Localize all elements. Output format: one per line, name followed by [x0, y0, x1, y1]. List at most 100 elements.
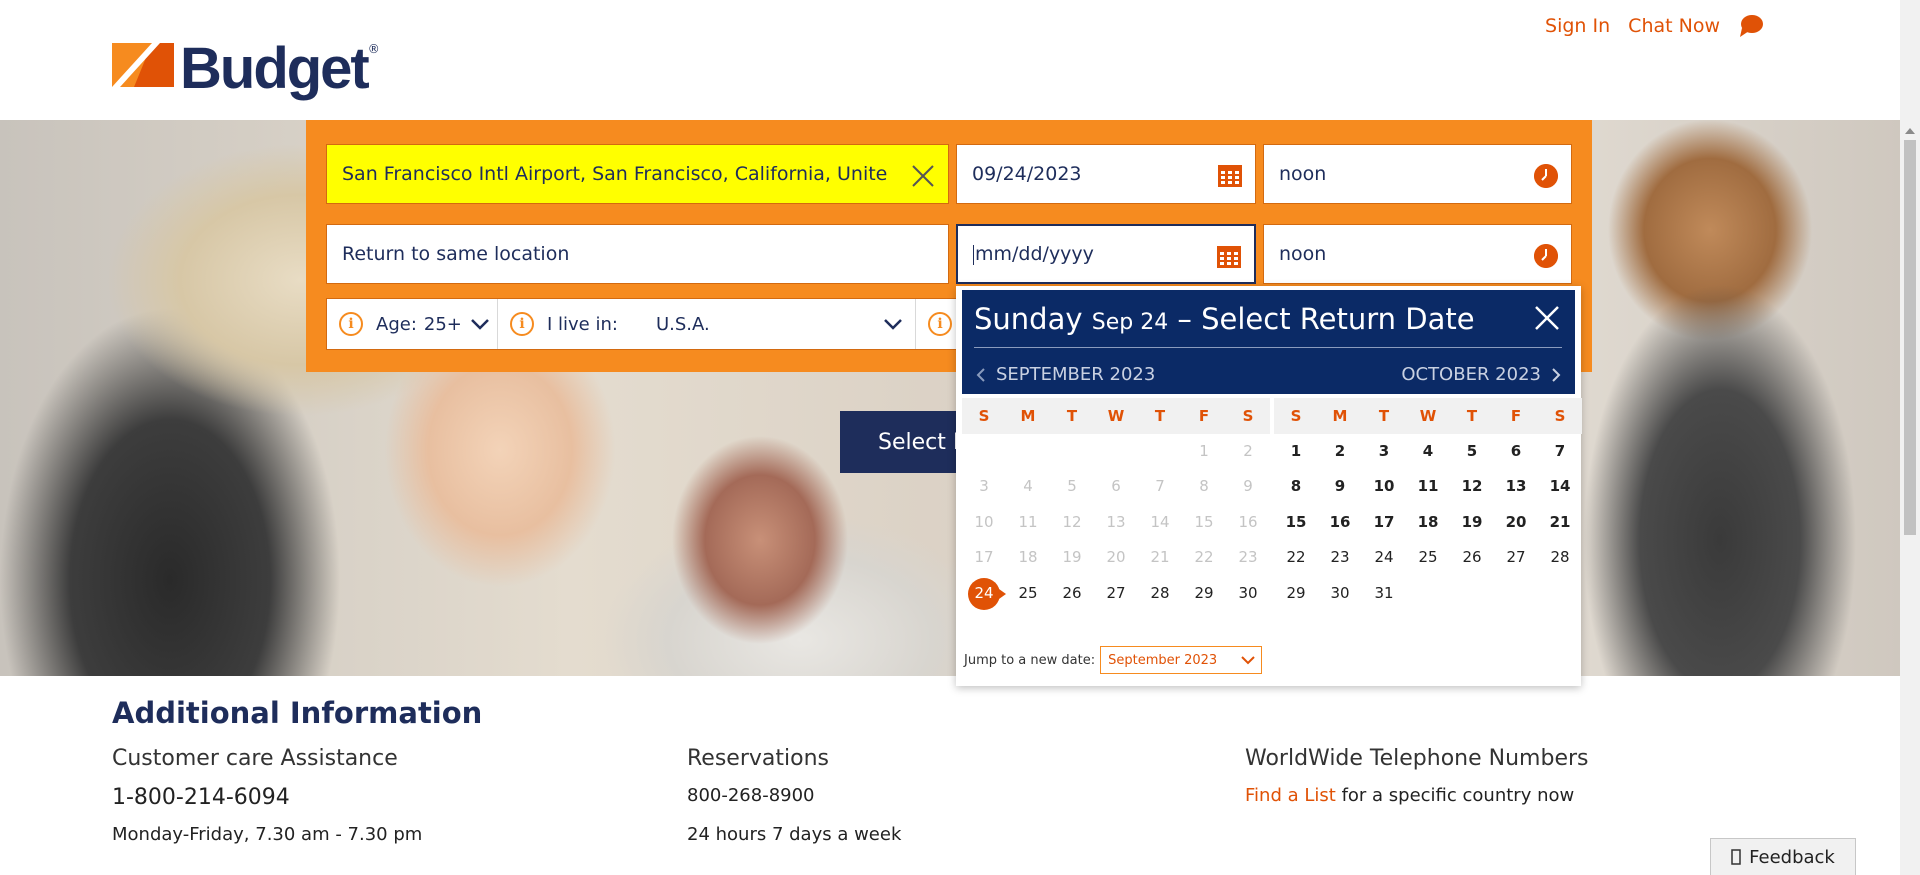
calendar-day: 18	[1006, 540, 1050, 575]
calendar-day-number: 16	[1329, 512, 1351, 531]
return-time-value: noon	[1279, 243, 1327, 265]
calendar-day-number: 30	[1330, 583, 1350, 602]
pickup-date-input[interactable]: 09/24/2023	[956, 144, 1256, 204]
calendar-day-number: 11	[1018, 512, 1038, 531]
calendar-day[interactable]: 23	[1318, 540, 1362, 575]
feedback-button[interactable]: Feedback	[1710, 838, 1856, 875]
calendar-day-number: 27	[1106, 583, 1126, 602]
calendar-day[interactable]: 26	[1050, 576, 1094, 611]
calendar-day[interactable]: 8	[1274, 469, 1318, 504]
prev-month-nav[interactable]: SEPTEMBER 2023	[976, 364, 1155, 385]
calendar-day[interactable]: 15	[1274, 505, 1318, 540]
calendar-day-number: 3	[1378, 442, 1390, 460]
clear-icon[interactable]	[910, 163, 936, 189]
chat-now-link[interactable]: Chat Now	[1628, 15, 1720, 37]
age-select[interactable]: i Age: 25+	[327, 299, 498, 349]
calendar-day[interactable]: 2	[1318, 434, 1362, 469]
chevron-right-icon[interactable]	[1551, 367, 1561, 383]
calendar-day: 8	[1182, 469, 1226, 504]
info-icon[interactable]: i	[339, 312, 363, 336]
calendar-day[interactable]: 11	[1406, 469, 1450, 504]
calendar-day[interactable]: 20	[1494, 505, 1538, 540]
calendar-day[interactable]: 6	[1494, 434, 1538, 469]
info-icon[interactable]: i	[510, 312, 534, 336]
calendar-day[interactable]: 12	[1450, 469, 1494, 504]
return-time-select[interactable]: noon	[1263, 224, 1572, 284]
calendar-day-selected[interactable]: 24	[962, 576, 1006, 611]
calendar-day[interactable]: 18	[1406, 505, 1450, 540]
worldwide-text: for a specific country now	[1341, 785, 1575, 806]
return-location-input[interactable]: Return to same location	[326, 224, 949, 284]
scroll-up-arrow-icon[interactable]	[1905, 128, 1915, 134]
residence-select[interactable]: i I live in: U.S.A.	[498, 299, 916, 349]
calendar-day[interactable]: 19	[1450, 505, 1494, 540]
next-month-nav[interactable]: OCTOBER 2023	[1401, 364, 1561, 385]
chat-bubble-icon[interactable]	[1738, 14, 1764, 38]
calendar-day[interactable]: 29	[1182, 576, 1226, 611]
calendar-day[interactable]: 1	[1274, 434, 1318, 469]
calendar-day[interactable]: 28	[1138, 576, 1182, 611]
calendar-day-number: 2	[1334, 442, 1346, 460]
calendar-day[interactable]: 16	[1318, 505, 1362, 540]
calendar-day[interactable]: 17	[1362, 505, 1406, 540]
calendar-day[interactable]: 21	[1538, 505, 1582, 540]
calendar-day[interactable]: 29	[1274, 576, 1318, 611]
calendar-day-number: 25	[1418, 548, 1438, 567]
calendar-day[interactable]: 5	[1450, 434, 1494, 469]
calendar-day: 2	[1226, 434, 1270, 469]
calendar-day: 10	[962, 505, 1006, 540]
return-date-input[interactable]: mm/dd/yyyy	[956, 224, 1256, 284]
weekday-label: T	[1378, 407, 1390, 425]
age-label: Age:	[376, 313, 417, 335]
calendar-day[interactable]: 28	[1538, 540, 1582, 575]
calendar-icon[interactable]	[1217, 246, 1241, 268]
calendar-icon[interactable]	[1218, 165, 1242, 187]
calendar-day[interactable]: 27	[1094, 576, 1138, 611]
jump-month-select[interactable]: September 2023	[1100, 646, 1263, 674]
sign-in-link[interactable]: Sign In	[1545, 15, 1610, 37]
calendar-day[interactable]: 30	[1226, 576, 1270, 611]
calendar-day[interactable]: 24	[1362, 540, 1406, 575]
find-a-list-link[interactable]: Find a List	[1245, 785, 1336, 806]
weekday-label: S	[1554, 407, 1566, 425]
calendar-day[interactable]: 26	[1450, 540, 1494, 575]
calendar-day: 6	[1094, 469, 1138, 504]
calendar-day[interactable]: 9	[1318, 469, 1362, 504]
calendar-day-number: 21	[1549, 512, 1571, 531]
calendar-day[interactable]: 7	[1538, 434, 1582, 469]
pickup-location-input[interactable]: San Francisco Intl Airport, San Francisc…	[326, 144, 949, 204]
calendar-day-number: 31	[1374, 583, 1394, 602]
feedback-icon	[1731, 849, 1741, 865]
calendar-day: 15	[1182, 505, 1226, 540]
reservations-column: Reservations 800-268-8900 24 hours 7 day…	[687, 746, 901, 845]
calendar-day[interactable]: 10	[1362, 469, 1406, 504]
info-icon[interactable]: i	[928, 312, 952, 336]
pickup-time-select[interactable]: noon	[1263, 144, 1572, 204]
calendar-day[interactable]: 25	[1406, 540, 1450, 575]
top-links: Sign In Chat Now	[1545, 14, 1764, 38]
scrollbar-thumb[interactable]	[1904, 140, 1916, 535]
calendar-day[interactable]: 4	[1406, 434, 1450, 469]
calendar-day[interactable]: 27	[1494, 540, 1538, 575]
calendar-day[interactable]: 31	[1362, 576, 1406, 611]
close-icon[interactable]	[1533, 304, 1561, 332]
page-scrollbar[interactable]	[1900, 0, 1920, 875]
pickup-location-value: San Francisco Intl Airport, San Francisc…	[342, 163, 887, 185]
calendar-day-number: 24	[974, 583, 994, 602]
budget-logo[interactable]: Budget ®	[112, 38, 380, 100]
calendar-day[interactable]: 25	[1006, 576, 1050, 611]
calendar-title-day: Sunday	[974, 302, 1083, 336]
calendar-day: 22	[1182, 540, 1226, 575]
calendar-day[interactable]: 30	[1318, 576, 1362, 611]
calendar-day[interactable]: 3	[1362, 434, 1406, 469]
discount-select[interactable]: i	[916, 299, 952, 349]
chevron-left-icon[interactable]	[976, 367, 986, 383]
clock-icon	[1534, 164, 1558, 188]
weekday-label: S	[978, 407, 990, 425]
calendar-day[interactable]: 14	[1538, 469, 1582, 504]
calendar-day[interactable]: 13	[1494, 469, 1538, 504]
return-location-value: Return to same location	[342, 243, 570, 265]
calendar-day[interactable]: 22	[1274, 540, 1318, 575]
calendar-day-number: 23	[1330, 548, 1350, 567]
calendar-day-number: 28	[1550, 548, 1570, 567]
